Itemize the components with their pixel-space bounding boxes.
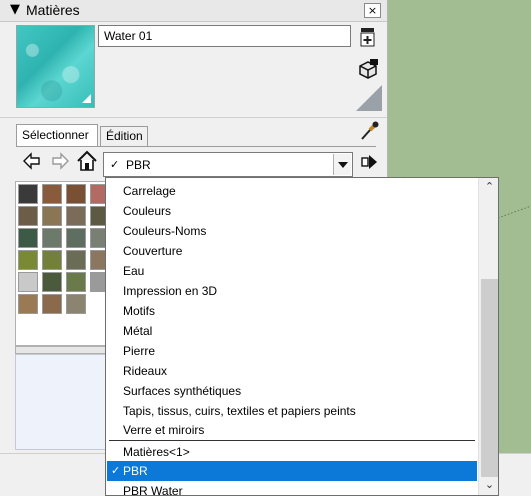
library-dropdown-list[interactable]: Carrelage Couleurs Couleurs-Noms Couvert… [105,177,499,496]
material-swatch[interactable] [18,272,38,292]
scroll-up-icon[interactable]: ⌃ [479,180,498,198]
list-item[interactable]: Couverture [107,241,477,261]
collection-item-label: PBR [123,464,148,478]
scroll-down-icon[interactable]: ⌄ [479,478,498,495]
tab-baseline [16,146,376,147]
list-item[interactable]: Couleurs-Noms [107,221,477,241]
home-icon[interactable] [76,150,98,172]
back-arrow-icon[interactable] [22,151,42,171]
material-swatch[interactable] [66,250,86,270]
scene-axis-line [498,205,531,219]
tray-title: Matières [26,2,80,18]
scroll-thumb[interactable] [481,279,498,477]
library-dropdown-button[interactable] [333,154,351,175]
material-swatch[interactable] [42,250,62,270]
eyedropper-icon[interactable] [359,120,379,142]
library-check-icon: ✓ [110,158,120,171]
list-separator [109,440,475,441]
divider [0,117,387,118]
material-swatch[interactable] [18,206,38,226]
swatch-scrollbar[interactable] [15,346,115,354]
dropdown-scrollbar[interactable]: ⌃ ⌄ [478,178,498,495]
sample-paint-icon[interactable] [356,85,382,111]
list-item[interactable]: Eau [107,261,477,281]
material-swatch[interactable] [18,184,38,204]
material-swatch[interactable] [42,206,62,226]
tab-edit[interactable]: Édition [100,126,148,146]
tray-title-bar[interactable]: ▼ Matières × [0,0,387,22]
material-swatch[interactable] [66,184,86,204]
list-item[interactable]: Métal [107,321,477,341]
material-swatch[interactable] [42,228,62,248]
details-arrow-icon[interactable] [360,152,380,172]
list-item[interactable]: Rideaux [107,361,477,381]
material-swatch[interactable] [42,184,62,204]
material-name-input[interactable]: Water 01 [98,25,351,47]
tab-select[interactable]: Sélectionner [16,124,98,146]
close-button[interactable]: × [364,3,381,18]
material-swatch[interactable] [66,206,86,226]
material-swatch[interactable] [18,228,38,248]
library-select[interactable]: ✓ PBR [103,152,353,177]
material-swatch[interactable] [42,294,62,314]
list-item[interactable]: Surfaces synthétiques [107,381,477,401]
create-material-icon[interactable] [359,27,377,47]
list-item[interactable]: Impression en 3D [107,281,477,301]
material-swatch-grid[interactable] [15,181,115,346]
secondary-swatch-area[interactable] [15,354,115,450]
check-icon: ✓ [111,465,121,477]
list-item[interactable]: Carrelage [107,181,477,201]
material-swatch[interactable] [66,228,86,248]
material-swatch[interactable] [66,294,86,314]
preview-resize-icon [82,94,91,103]
list-item[interactable]: Pierre [107,341,477,361]
collection-item[interactable]: PBR Water [107,481,477,495]
forward-arrow-icon[interactable] [50,151,70,171]
list-item[interactable]: Motifs [107,301,477,321]
material-swatch[interactable] [42,272,62,292]
material-swatch[interactable] [66,272,86,292]
library-selected-value: PBR [126,158,151,172]
list-item[interactable]: Couleurs [107,201,477,221]
material-swatch[interactable] [18,250,38,270]
collapse-arrow-icon[interactable]: ▼ [10,2,20,17]
list-item[interactable]: Verre et miroirs [107,420,477,440]
collection-item-selected[interactable]: ✓ PBR [107,461,477,481]
paint-bucket-icon[interactable] [356,57,380,81]
collection-item[interactable]: Matières<1> [107,442,477,462]
list-item[interactable]: Tapis, tissus, cuirs, textiles et papier… [107,401,477,421]
material-swatch[interactable] [18,294,38,314]
chevron-down-icon [338,162,348,168]
